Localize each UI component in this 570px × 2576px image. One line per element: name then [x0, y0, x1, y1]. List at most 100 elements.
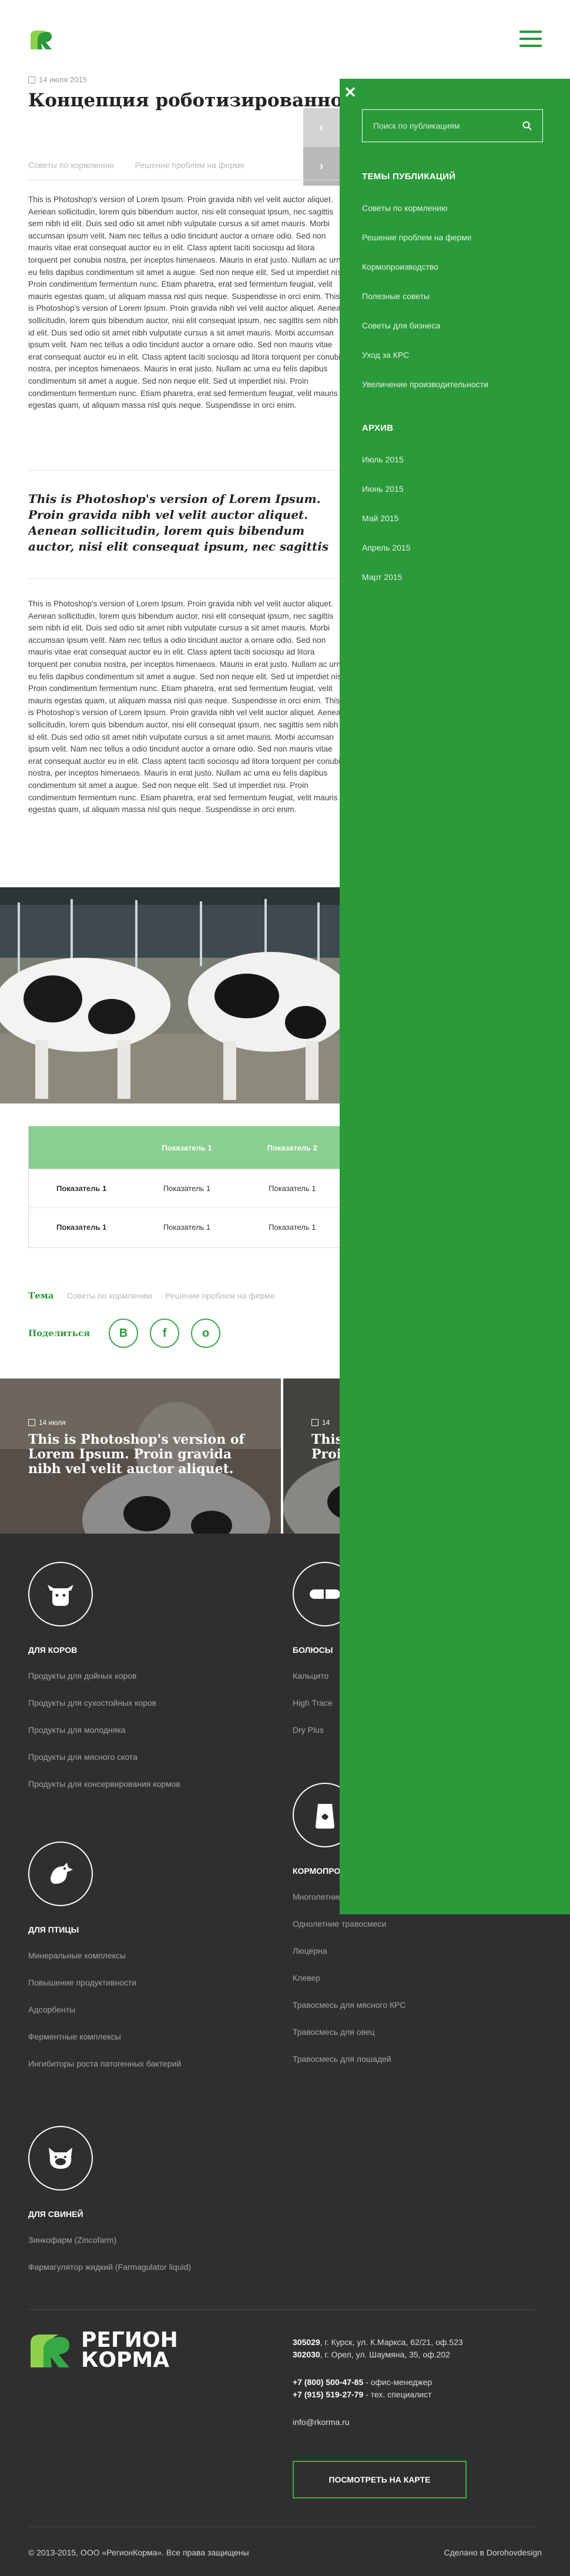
tag-link[interactable]: Советы по кормлению [28, 160, 114, 170]
divider [28, 470, 346, 471]
archive-link[interactable]: Июль 2015 [362, 455, 404, 464]
footer-divider [28, 2309, 535, 2310]
calendar-icon [28, 76, 35, 83]
footer-link[interactable]: Однолетние травосмеси [293, 1919, 405, 1928]
table-row: Показатель 1 Показатель 1 Показатель 1 [29, 1208, 345, 1246]
related-card[interactable]: 14 июля This is Photoshop's version of L… [0, 1378, 281, 1534]
logo-icon[interactable] [28, 28, 54, 52]
footer-link[interactable]: Травосмесь для овец [293, 2027, 405, 2037]
footer-link[interactable]: Ферментные комплексы [28, 2032, 181, 2041]
topics-heading: Темы публикаций [362, 172, 456, 182]
related-card[interactable]: 14 This is Photoshop's version Proin gra… [283, 1378, 340, 1534]
footer-link[interactable]: Ингибиторы роста патогенных бактерий [28, 2059, 181, 2068]
contact-info: 305029, г. Курск, ул. К.Маркса, 62/21, о… [293, 2336, 463, 2429]
table-cell: Показатель 1 [269, 1223, 316, 1232]
topic-link[interactable]: Советы по кормлению [362, 203, 448, 213]
address-text: , г. Орел, ул. Шаумяна, 35, оф.202 [320, 2350, 450, 2359]
table-cell: Показатель 1 [269, 1184, 316, 1193]
phone-number[interactable]: +7 (800) 500-47-85 [293, 2377, 363, 2387]
topic-link[interactable]: Уход за КРС [362, 350, 409, 360]
calendar-icon [311, 1419, 318, 1426]
close-icon[interactable]: ✕ [342, 85, 358, 101]
article-quote: This is Photoshop's version of Lorem Ips… [28, 492, 329, 554]
pig-icon [28, 2126, 93, 2191]
footer-link[interactable]: Клевер [293, 1973, 405, 1983]
table-header-cell: Показатель 2 [267, 1143, 318, 1152]
slider-nav: ‹ › [303, 108, 340, 186]
topic-link[interactable]: Увеличение производительности [362, 380, 488, 389]
phone-note: - офис-менеджер [363, 2377, 432, 2387]
tag-link[interactable]: Решение проблем на ферме [165, 1291, 275, 1300]
topic-link[interactable]: Решение проблем на ферме [362, 233, 472, 242]
site-header [0, 0, 570, 79]
tag-link[interactable]: Советы по кормлению [66, 1291, 152, 1300]
footer-link[interactable]: Продукты для сухостойных коров [28, 1698, 180, 1708]
footer-link[interactable]: Фармагулятор жидкий (Farmagulator liquid… [28, 2262, 191, 2272]
table-cell: Показатель 1 [56, 1184, 107, 1193]
email-link[interactable]: info@rkorma.ru [293, 2416, 463, 2429]
footer-link[interactable]: Травосмесь для мясного КРС [293, 2000, 405, 2010]
footer-column-cows: Для коров Продукты для дойных коров Прод… [28, 1562, 180, 1806]
brand-line: Регион [81, 2328, 178, 2352]
topic-link[interactable]: Кормопроизводство [362, 262, 438, 271]
related-posts: 14 июля This is Photoshop's version of L… [0, 1378, 340, 1534]
card-date: 14 июля [28, 1418, 66, 1427]
phone-line: +7 (800) 500-47-85 - офис-менеджер [293, 2376, 463, 2389]
footer-column-pigs: Для свиней Зинкофарм (Zincofarm) Фармагу… [28, 2126, 191, 2289]
footer-link[interactable]: Продукты для молодняка [28, 1725, 180, 1735]
footer-heading: Для коров [28, 1645, 78, 1655]
phone-number[interactable]: +7 (915) 519-27-79 [293, 2390, 363, 2399]
divider [28, 578, 346, 579]
bird-icon [28, 1842, 93, 1906]
table-row: Показатель 1 Показатель 1 Показатель 1 [29, 1169, 345, 1208]
topic-link[interactable]: Полезные советы [362, 291, 430, 301]
topic-link[interactable]: Советы для бизнеса [362, 321, 440, 330]
copyright: © 2013-2015, ООО «РегионКорма». Все прав… [28, 2548, 249, 2557]
page-title: Концепция роботизированного доения: руко… [28, 90, 346, 111]
tag-link[interactable]: Решение проблем на ферме [135, 160, 245, 170]
topic-label: Тема [28, 1290, 54, 1301]
footer-heading: Для птицы [28, 1925, 79, 1934]
address-text: , г. Курск, ул. К.Маркса, 62/21, оф.523 [320, 2337, 463, 2347]
archive-link[interactable]: Март 2015 [362, 572, 403, 582]
footer-link[interactable]: Адсорбенты [28, 2005, 181, 2014]
archive-link[interactable]: Апрель 2015 [362, 543, 411, 552]
side-panel: ✕ Поиск по публикациям Темы публикаций С… [340, 79, 570, 1914]
card-date-text: 14 июля [39, 1418, 66, 1427]
archive-link[interactable]: Май 2015 [362, 514, 398, 523]
postal-code: 302030 [293, 2350, 320, 2359]
footer-link[interactable]: Продукты для дойных коров [28, 1671, 180, 1681]
footer-link[interactable]: Травосмесь для лошадей [293, 2054, 405, 2064]
logo-icon [31, 2334, 69, 2367]
search-input[interactable]: Поиск по публикациям [362, 109, 543, 142]
footer-link[interactable]: Люцерна [293, 1946, 405, 1956]
map-button[interactable]: ПОСМОТРЕТЬ НА КАРТЕ [293, 2461, 467, 2498]
facebook-icon[interactable]: f [150, 1319, 180, 1348]
table-header-row: Показатель 1 Показатель 2 [29, 1126, 345, 1169]
article-paragraph: This is Photoshop's version of Lorem Ips… [28, 195, 346, 410]
brand-line: Корма [81, 2348, 170, 2372]
card-title[interactable]: This is Photoshop's version of Lorem Ips… [28, 1433, 252, 1477]
postal-code: 305029 [293, 2337, 320, 2347]
footer-link[interactable]: Продукты для консервирования кормов [28, 1779, 180, 1789]
odnoklassniki-icon[interactable]: о [191, 1319, 221, 1348]
archive-heading: Архив [362, 423, 394, 433]
vk-icon[interactable]: В [109, 1319, 139, 1348]
article-paragraph: This is Photoshop's version of Lorem Ips… [28, 599, 346, 814]
burger-icon[interactable] [519, 31, 542, 48]
archive-link[interactable]: Июнь 2015 [362, 484, 404, 494]
table-header-cell: Показатель 1 [162, 1143, 212, 1152]
card-title[interactable]: This is Photoshop's version Proin gravid… [311, 1433, 340, 1462]
brand-name: Регион Корма [81, 2328, 178, 2372]
address-line: 305029, г. Курск, ул. К.Маркса, 62/21, о… [293, 2336, 463, 2349]
footer-link[interactable]: Продукты для мясного скота [28, 1752, 180, 1762]
search-icon[interactable] [522, 121, 532, 130]
footer-link[interactable]: Минеральные комплексы [28, 1951, 181, 1960]
cow-icon [28, 1562, 93, 1626]
footer-logo[interactable]: Регион Корма [28, 2328, 178, 2372]
made-by-link[interactable]: Сделано в Dorohovdesign [444, 2548, 542, 2557]
footer-link[interactable]: Зинкофарм (Zincofarm) [28, 2235, 191, 2245]
chevron-left-icon[interactable]: ‹ [303, 108, 340, 147]
card-date: 14 [311, 1418, 330, 1427]
footer-link[interactable]: Повышение продуктивности [28, 1978, 181, 1987]
